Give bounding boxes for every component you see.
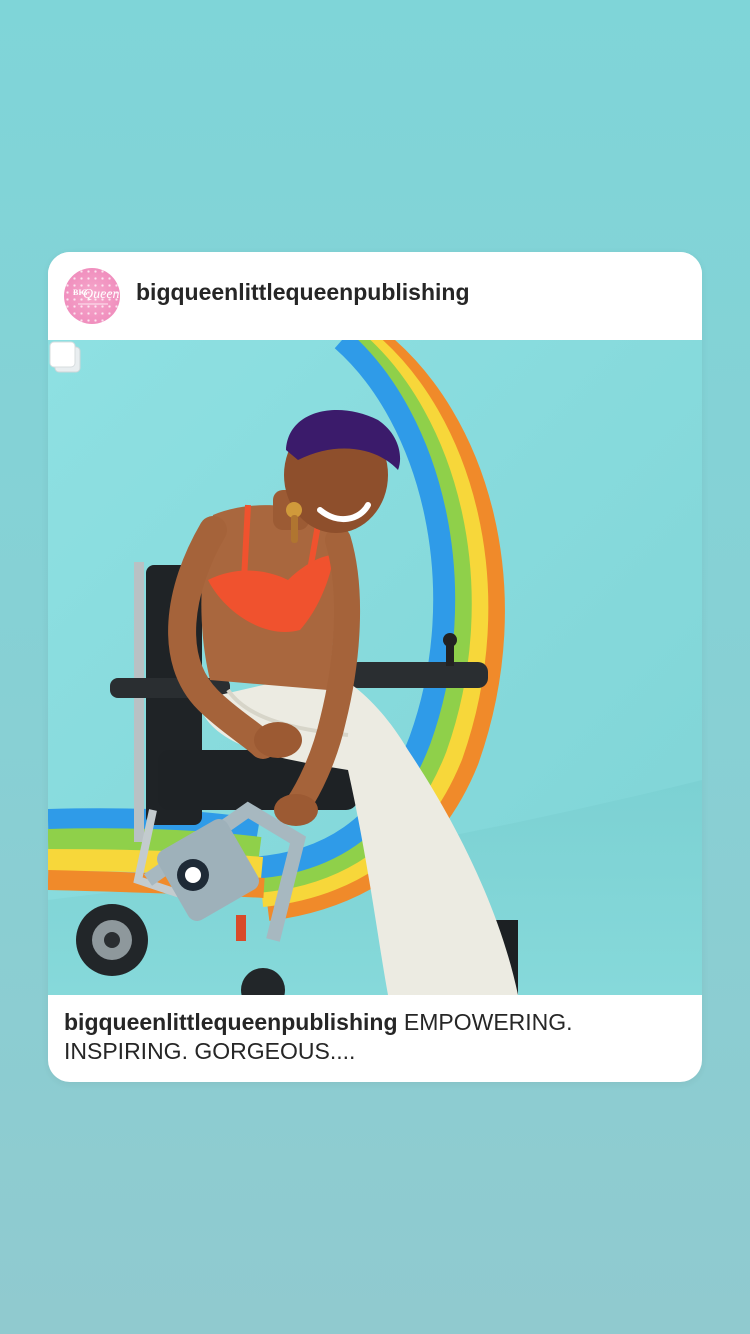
profile-avatar[interactable]: BIG Queen bbox=[64, 268, 120, 324]
post-photo[interactable] bbox=[48, 340, 702, 995]
bigqueen-logo-icon: BIG Queen bbox=[73, 287, 120, 305]
post-caption: bigqueenlittlequeenpublishing EMPOWERING… bbox=[64, 1008, 674, 1066]
post-header: BIG Queen bigqueenlittlequeenpublishing bbox=[48, 252, 702, 340]
svg-text:Queen: Queen bbox=[83, 287, 120, 302]
woman-in-wheelchair-photo bbox=[48, 340, 702, 995]
caption-username[interactable]: bigqueenlittlequeenpublishing bbox=[64, 1009, 398, 1035]
carousel-multiple-icon bbox=[49, 341, 81, 373]
shared-post-card[interactable]: BIG Queen bigqueenlittlequeenpublishing bbox=[48, 252, 702, 1082]
post-username[interactable]: bigqueenlittlequeenpublishing bbox=[136, 279, 470, 306]
